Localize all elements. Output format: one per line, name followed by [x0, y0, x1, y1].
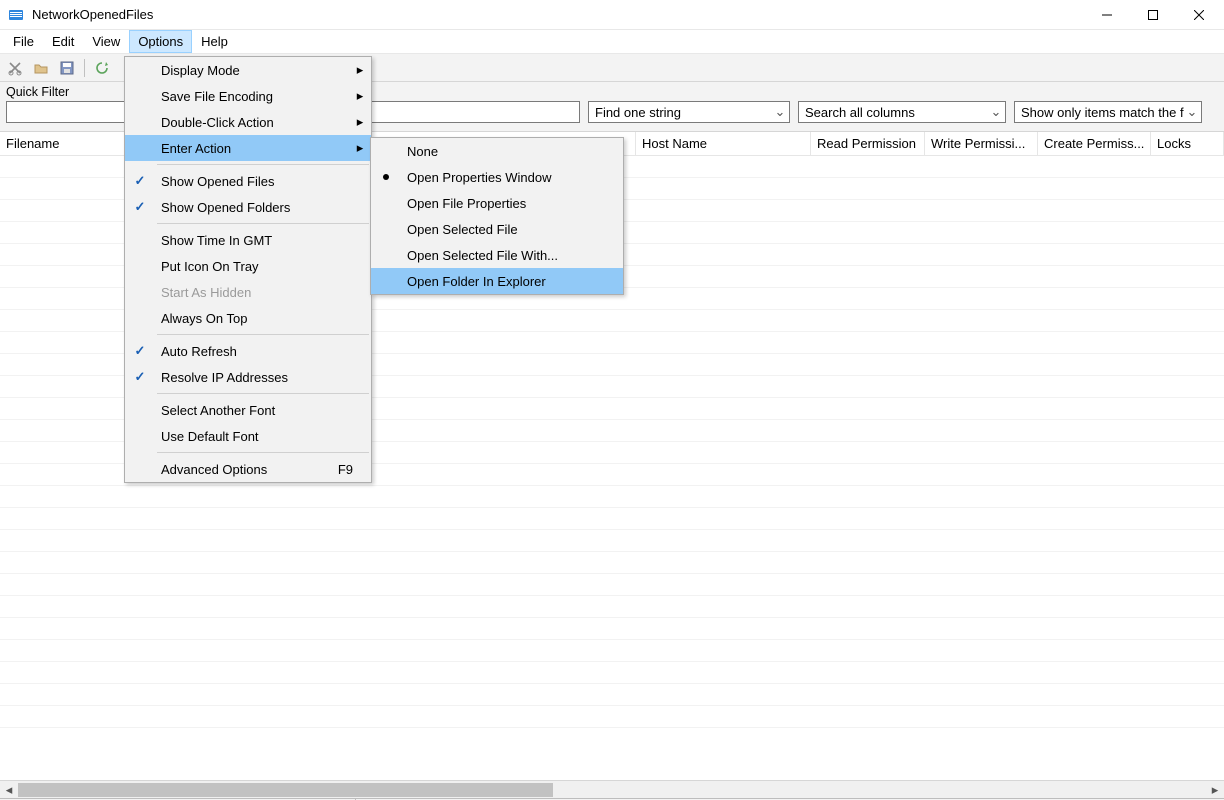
- app-icon: [8, 7, 24, 23]
- menu-help[interactable]: Help: [192, 30, 237, 53]
- table-row: [0, 706, 1224, 728]
- submenu-arrow-icon: ▸: [355, 83, 365, 109]
- check-icon: ✓: [135, 173, 146, 189]
- toolbar-separator: [84, 59, 85, 77]
- menuitem-open-selected-file-with[interactable]: Open Selected File With...: [371, 242, 623, 268]
- save-icon[interactable]: [56, 57, 78, 79]
- table-row: [0, 552, 1224, 574]
- menu-separator: [157, 334, 369, 335]
- menuitem-open-file-properties[interactable]: Open File Properties: [371, 190, 623, 216]
- menuitem-enter-action[interactable]: Enter Action ▸: [125, 135, 371, 161]
- menuitem-default-font[interactable]: Use Default Font: [125, 423, 371, 449]
- table-row: [0, 618, 1224, 640]
- check-icon: ✓: [135, 369, 146, 385]
- menuitem-none[interactable]: None: [371, 138, 623, 164]
- menu-separator: [157, 223, 369, 224]
- table-row: [0, 530, 1224, 552]
- menuitem-select-font[interactable]: Select Another Font: [125, 397, 371, 423]
- menuitem-save-encoding[interactable]: Save File Encoding ▸: [125, 83, 371, 109]
- filter-show-dropdown[interactable]: Show only items match the f ⌄: [1014, 101, 1202, 123]
- chevron-down-icon: ⌄: [989, 104, 1003, 120]
- menuitem-always-on-top[interactable]: Always On Top: [125, 305, 371, 331]
- menuitem-open-properties-window[interactable]: Open Properties Window: [371, 164, 623, 190]
- submenu-arrow-icon: ▸: [355, 57, 365, 83]
- menuitem-put-icon[interactable]: Put Icon On Tray: [125, 253, 371, 279]
- menu-separator: [157, 452, 369, 453]
- horizontal-scrollbar[interactable]: ◂ ▸: [0, 780, 1224, 798]
- enter-action-submenu: None Open Properties Window Open File Pr…: [370, 137, 624, 295]
- menuitem-auto-refresh[interactable]: ✓ Auto Refresh: [125, 338, 371, 364]
- menuitem-display-mode[interactable]: Display Mode ▸: [125, 57, 371, 83]
- radio-icon: [383, 174, 389, 180]
- menubar: File Edit View Options Help: [0, 30, 1224, 54]
- menu-separator: [157, 393, 369, 394]
- scroll-right-icon[interactable]: ▸: [1206, 781, 1224, 798]
- menu-edit[interactable]: Edit: [43, 30, 83, 53]
- table-row: [0, 574, 1224, 596]
- submenu-arrow-icon: ▸: [355, 135, 365, 161]
- menuitem-advanced[interactable]: Advanced Options F9: [125, 456, 371, 482]
- table-row: [0, 684, 1224, 706]
- menuitem-resolve-ip[interactable]: ✓ Resolve IP Addresses: [125, 364, 371, 390]
- col-read-permission[interactable]: Read Permission: [811, 132, 925, 155]
- options-menu: Display Mode ▸ Save File Encoding ▸ Doub…: [124, 56, 372, 483]
- scroll-track[interactable]: [18, 781, 1206, 798]
- window-controls: [1084, 0, 1222, 30]
- menuitem-open-selected-file[interactable]: Open Selected File: [371, 216, 623, 242]
- chevron-down-icon: ⌄: [773, 104, 787, 120]
- filter-search-value: Search all columns: [805, 105, 915, 120]
- menuitem-open-folder-in-explorer[interactable]: Open Folder In Explorer: [371, 268, 623, 294]
- menuitem-start-hidden: Start As Hidden: [125, 279, 371, 305]
- cut-icon[interactable]: [4, 57, 26, 79]
- menuitem-show-opened-files[interactable]: ✓ Show Opened Files: [125, 168, 371, 194]
- check-icon: ✓: [135, 199, 146, 215]
- col-create-permission[interactable]: Create Permiss...: [1038, 132, 1151, 155]
- table-row: [0, 640, 1224, 662]
- menu-separator: [157, 164, 369, 165]
- table-row: [0, 596, 1224, 618]
- titlebar: NetworkOpenedFiles: [0, 0, 1224, 30]
- col-locks[interactable]: Locks: [1151, 132, 1224, 155]
- window-title: NetworkOpenedFiles: [32, 7, 1084, 22]
- submenu-arrow-icon: ▸: [355, 109, 365, 135]
- filter-search-dropdown[interactable]: Search all columns ⌄: [798, 101, 1006, 123]
- filter-find-dropdown[interactable]: Find one string ⌄: [588, 101, 790, 123]
- menuitem-double-click[interactable]: Double-Click Action ▸: [125, 109, 371, 135]
- scroll-thumb[interactable]: [18, 783, 553, 797]
- close-button[interactable]: [1176, 0, 1222, 30]
- filter-find-value: Find one string: [595, 105, 681, 120]
- folder-icon[interactable]: [30, 57, 52, 79]
- scroll-left-icon[interactable]: ◂: [0, 781, 18, 798]
- menu-view[interactable]: View: [83, 30, 129, 53]
- maximize-button[interactable]: [1130, 0, 1176, 30]
- menuitem-show-opened-folders[interactable]: ✓ Show Opened Folders: [125, 194, 371, 220]
- menuitem-time-gmt[interactable]: Show Time In GMT: [125, 227, 371, 253]
- refresh-icon[interactable]: [91, 57, 113, 79]
- menu-options[interactable]: Options: [129, 30, 192, 53]
- menu-file[interactable]: File: [4, 30, 43, 53]
- table-row: [0, 508, 1224, 530]
- minimize-button[interactable]: [1084, 0, 1130, 30]
- filter-show-value: Show only items match the f: [1021, 105, 1184, 120]
- shortcut-label: F9: [318, 462, 353, 477]
- table-row: [0, 486, 1224, 508]
- col-write-permission[interactable]: Write Permissi...: [925, 132, 1038, 155]
- check-icon: ✓: [135, 343, 146, 359]
- col-host-name[interactable]: Host Name: [636, 132, 811, 155]
- table-row: [0, 662, 1224, 684]
- chevron-down-icon: ⌄: [1185, 104, 1199, 120]
